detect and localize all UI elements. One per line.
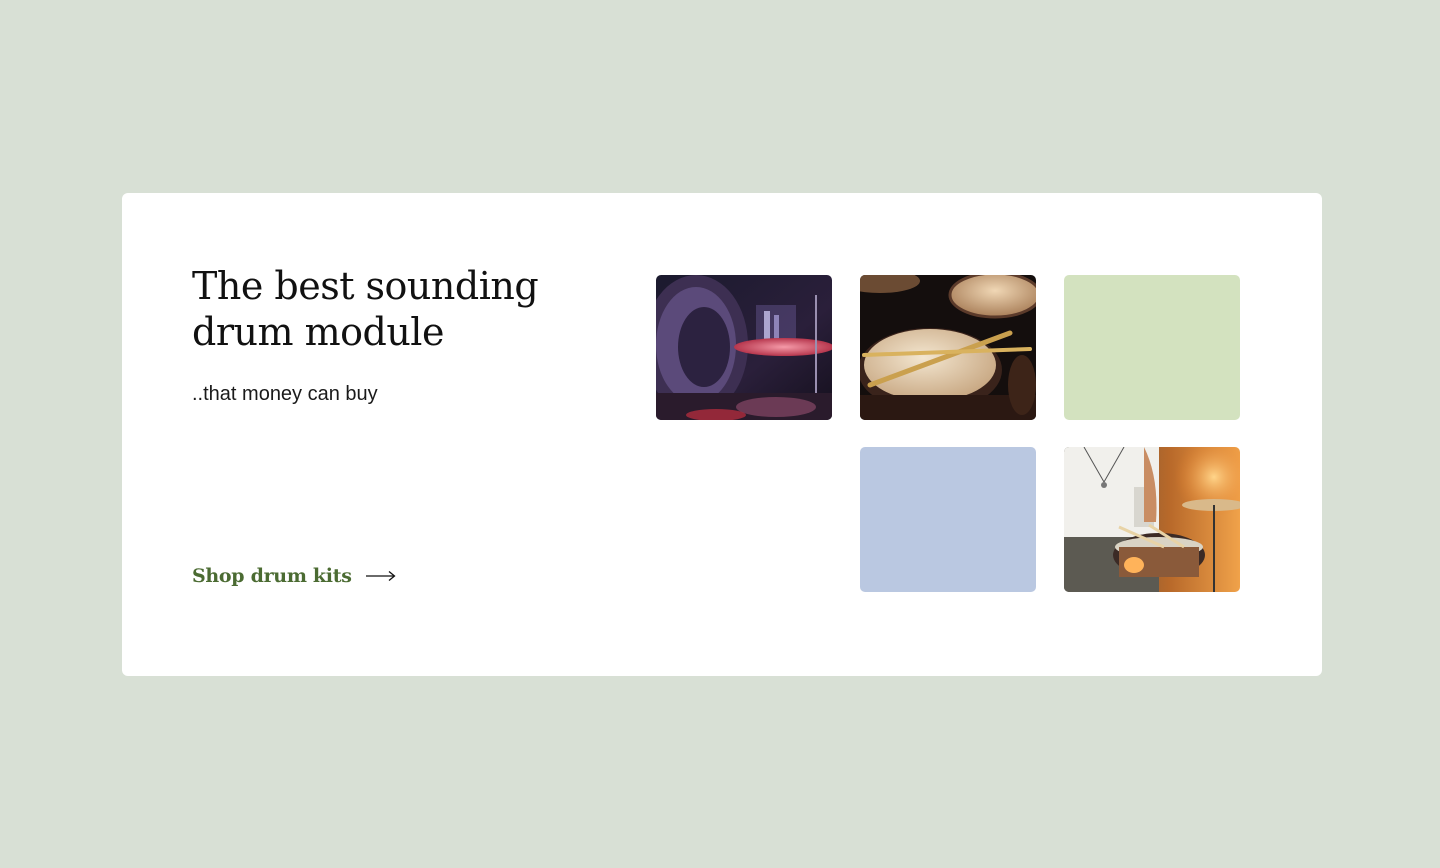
- blue-color-tile: [860, 447, 1036, 592]
- hero-subline: ..that money can buy: [192, 383, 378, 405]
- hero-card: The best sounding drum module ..that mon…: [122, 193, 1322, 676]
- drum-kit-stage-photo: [656, 275, 832, 420]
- shop-drum-kits-link[interactable]: Shop drum kits: [192, 565, 396, 587]
- cta-label: Shop drum kits: [192, 565, 352, 587]
- drummer-sunset-photo: [1064, 447, 1240, 592]
- green-color-tile: [1064, 275, 1240, 420]
- drumsticks-on-snare-photo: [860, 275, 1036, 420]
- arrow-right-icon: [365, 570, 396, 582]
- hero-headline: The best sounding drum module: [192, 264, 539, 354]
